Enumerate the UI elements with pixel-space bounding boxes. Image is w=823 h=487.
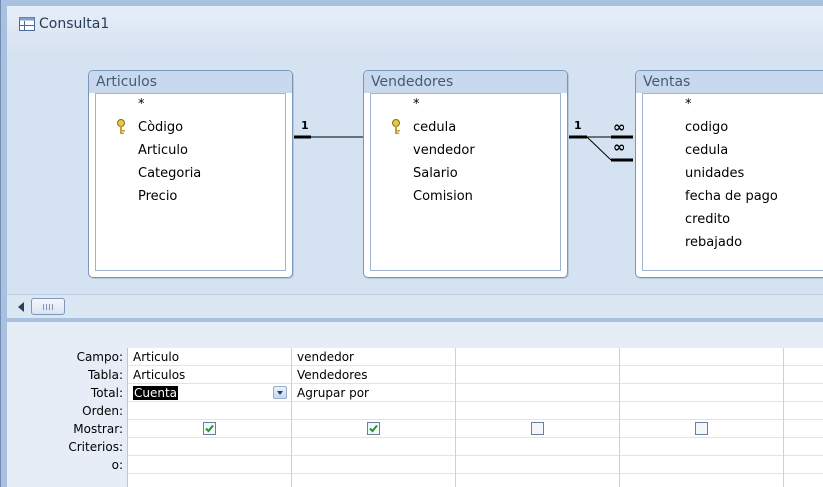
grid-cell-tabla[interactable] (456, 366, 619, 384)
grid-cell-campo[interactable] (784, 348, 823, 366)
table-ventas[interactable]: Ventas * codigo cedula unidades fecha de… (635, 70, 823, 278)
field-salario[interactable]: Salario (413, 163, 458, 185)
grid-cell-criterios[interactable] (292, 438, 455, 456)
field-all[interactable]: * (413, 94, 420, 116)
grid-cell-total[interactable]: Cuenta (128, 384, 291, 402)
field-codigo[interactable]: codigo (685, 117, 728, 139)
field-articulo[interactable]: Articulo (138, 140, 188, 162)
query-design-grid[interactable]: Articulo Articulos Cuenta vendedor Vende… (127, 348, 823, 487)
grid-cell-criterios[interactable] (456, 438, 619, 456)
field-all[interactable]: * (685, 94, 692, 116)
table-vendedores[interactable]: Vendedores * cedula vendedor Salario Com… (363, 70, 568, 278)
grid-cell-o[interactable] (784, 456, 823, 474)
field-credito[interactable]: credito (685, 209, 730, 231)
grid-cell-tabla[interactable]: Vendedores (292, 366, 455, 384)
primary-key-icon (115, 119, 128, 135)
grid-column[interactable] (620, 348, 784, 487)
table-ventas-field-list[interactable]: * codigo cedula unidades fecha de pago c… (642, 93, 823, 271)
field-cedula[interactable]: cedula (685, 140, 728, 162)
row-label-tabla: Tabla: (87, 368, 123, 382)
total-value[interactable]: Cuenta (133, 386, 179, 400)
grid-cell-total[interactable]: Agrupar por (292, 384, 455, 402)
show-checkbox[interactable] (203, 422, 216, 435)
table-ventas-title[interactable]: Ventas (636, 71, 823, 93)
grid-column[interactable] (784, 348, 823, 487)
table-articulos-title[interactable]: Articulos (89, 71, 292, 93)
grid-cell-tabla[interactable] (784, 366, 823, 384)
row-label-orden: Orden: (82, 404, 123, 418)
show-checkbox[interactable] (695, 422, 708, 435)
grid-cell-criterios[interactable] (784, 438, 823, 456)
scroll-left-arrow-icon[interactable] (18, 302, 24, 312)
grid-cell-orden[interactable] (620, 402, 783, 420)
query-icon (19, 17, 35, 34)
grid-cell-o[interactable] (292, 456, 455, 474)
query-title: Consulta1 (39, 16, 110, 32)
grid-cell-campo[interactable]: vendedor (292, 348, 455, 366)
grid-cell-o[interactable] (128, 456, 291, 474)
row-label-mostrar: Mostrar: (73, 422, 123, 436)
table-articulos[interactable]: Articulos * Còdigo Articulo Categoria Pr… (88, 70, 293, 278)
grid-column[interactable]: vendedor Vendedores Agrupar por (292, 348, 456, 487)
grid-cell-total[interactable] (620, 384, 783, 402)
row-label-criterios: Criterios: (68, 440, 123, 454)
field-rebajado[interactable]: rebajado (685, 232, 742, 254)
show-checkbox[interactable] (531, 422, 544, 435)
grid-cell-mostrar (292, 420, 455, 438)
scrollbar-thumb[interactable] (31, 298, 65, 315)
field-all[interactable]: * (138, 94, 145, 116)
table-design-pane[interactable]: 1 1 ∞ ∞ Articulos * Còdigo Articulo Cate… (7, 56, 823, 294)
grid-cell-tabla[interactable]: Articulos (128, 366, 291, 384)
row-label-total: Total: (90, 386, 123, 400)
row-label-campo: Campo: (76, 350, 123, 364)
grid-cell-campo[interactable] (620, 348, 783, 366)
grid-column[interactable]: Articulo Articulos Cuenta (128, 348, 292, 487)
field-codigo[interactable]: Còdigo (138, 117, 183, 139)
grid-cell-orden[interactable] (456, 402, 619, 420)
horizontal-scrollbar[interactable] (7, 294, 823, 319)
grid-cell-mostrar[interactable] (784, 420, 823, 438)
query-title-bar: Consulta1 (7, 6, 823, 56)
grid-cell-tabla[interactable] (620, 366, 783, 384)
field-vendedor[interactable]: vendedor (413, 140, 475, 162)
show-checkbox[interactable] (367, 422, 380, 435)
query-window: Consulta1 1 1 ∞ ∞ Articulos * Còdigo Art… (0, 0, 823, 487)
relationship-2-many-label-2: ∞ (613, 138, 626, 156)
field-comision[interactable]: Comision (413, 186, 473, 208)
grid-cell-orden[interactable] (128, 402, 291, 420)
grid-cell-criterios[interactable] (620, 438, 783, 456)
grid-cell-o[interactable] (620, 456, 783, 474)
row-label-o: o: (111, 458, 123, 472)
relationship-2-many-label-1: ∞ (613, 118, 626, 136)
chevron-down-icon[interactable] (273, 386, 287, 399)
grid-column[interactable] (456, 348, 620, 487)
grid-cell-orden[interactable] (784, 402, 823, 420)
grid-cell-total[interactable] (784, 384, 823, 402)
table-articulos-field-list[interactable]: * Còdigo Articulo Categoria Precio (95, 93, 286, 271)
field-cedula[interactable]: cedula (413, 117, 456, 139)
table-vendedores-title[interactable]: Vendedores (364, 71, 567, 93)
field-unidades[interactable]: unidades (685, 163, 744, 185)
field-categoria[interactable]: Categoria (138, 163, 201, 185)
scroll-grip-icon (43, 304, 53, 310)
relationship-2-one-label: 1 (574, 119, 582, 132)
grid-cell-mostrar (128, 420, 291, 438)
field-precio[interactable]: Precio (138, 186, 177, 208)
grid-cell-total[interactable] (456, 384, 619, 402)
grid-cell-campo[interactable]: Articulo (128, 348, 291, 366)
relationship-1-one-label: 1 (301, 119, 309, 132)
grid-row-labels: Campo: Tabla: Total: Orden: Mostrar: Cri… (7, 348, 127, 474)
grid-cell-mostrar (456, 420, 619, 438)
primary-key-icon (390, 119, 403, 135)
grid-cell-o[interactable] (456, 456, 619, 474)
query-design-grid-pane: Campo: Tabla: Total: Orden: Mostrar: Cri… (7, 322, 823, 487)
grid-cell-criterios[interactable] (128, 438, 291, 456)
grid-cell-orden[interactable] (292, 402, 455, 420)
grid-cell-mostrar (620, 420, 783, 438)
table-vendedores-field-list[interactable]: * cedula vendedor Salario Comision (370, 93, 561, 271)
grid-cell-campo[interactable] (456, 348, 619, 366)
field-fecha-de-pago[interactable]: fecha de pago (685, 186, 778, 208)
